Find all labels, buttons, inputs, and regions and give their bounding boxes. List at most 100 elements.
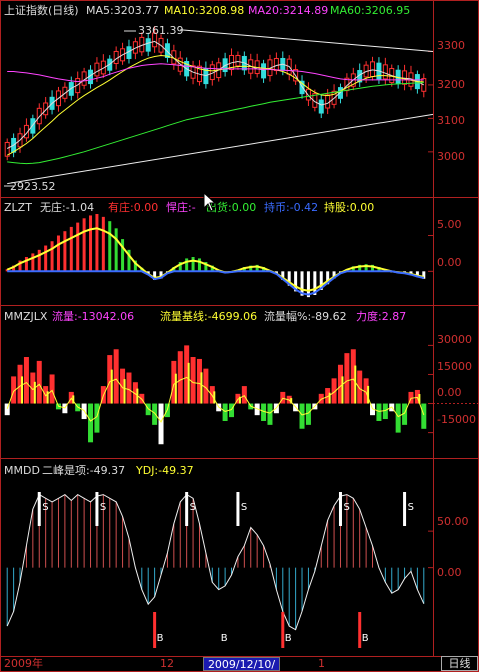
sell-signal-label: S xyxy=(100,502,106,513)
mmzjlx-bar xyxy=(152,403,158,425)
sell-signal-label: S xyxy=(343,502,349,513)
mmdd-ytick-50: 50.00 xyxy=(437,515,469,528)
zlzt-ytick-5: 5.00 xyxy=(437,218,462,231)
mmzjlx-bar xyxy=(222,403,228,421)
mmzjlx-fu: 流量幅%:-89.62 xyxy=(264,310,347,323)
ma10-label: MA10:3208.98 xyxy=(164,4,245,17)
zlzt-name: ZLZT xyxy=(4,201,32,214)
mmzjlx-bar xyxy=(395,403,401,433)
mmdd-name: MMDD xyxy=(4,464,40,477)
candle-body xyxy=(94,62,100,77)
mmzjlx-bar xyxy=(376,403,382,421)
buy-signal-label: B xyxy=(362,633,369,644)
zlzt-bar xyxy=(37,249,41,272)
mmzjlx-bar xyxy=(357,370,363,404)
buy-signal-label: B xyxy=(157,633,164,644)
mmzjlx-bar xyxy=(126,372,132,404)
mmzjlx-bar xyxy=(344,353,350,404)
mmzjlx-bar xyxy=(113,349,119,404)
candle-body xyxy=(145,38,151,52)
candle-body xyxy=(273,57,279,72)
chart-svg: S S S S S S B B B B xyxy=(0,0,479,672)
sell-signal-bar xyxy=(403,492,407,526)
mmzjlx-bar xyxy=(88,403,94,443)
sell-signal-label: S xyxy=(190,502,196,513)
zlzt-chigu: 持股:0.00 xyxy=(324,201,375,214)
zlzt-bar xyxy=(121,239,125,272)
period-button[interactable]: 日线 xyxy=(441,656,478,671)
mmzjlx-bar xyxy=(49,374,55,404)
mmzjlx-bar xyxy=(421,403,427,429)
zlzt-youzhuang: 有庄:0.00 xyxy=(108,201,159,214)
candle-body xyxy=(318,99,324,114)
candle-body xyxy=(325,94,331,109)
zlzt-bar xyxy=(56,235,60,272)
zlzt-bar xyxy=(101,216,105,272)
buy-signal-label: B xyxy=(285,633,292,644)
mmzjlx-bar xyxy=(177,351,183,404)
mmzjlx-yellow-bar xyxy=(187,362,190,404)
mouse-cursor-icon xyxy=(203,192,217,212)
mmdd-ytick-0: 0.00 xyxy=(437,566,462,579)
main-ytick-3200: 3200 xyxy=(437,78,465,91)
mmzjlx-bar xyxy=(158,403,164,445)
candle-body xyxy=(30,118,36,134)
mmzjlx-ytick-0: 0.00 xyxy=(437,386,462,399)
zlzt-line-blue xyxy=(7,270,425,296)
candle-body xyxy=(305,88,311,101)
mmzjlx-bar xyxy=(241,386,247,404)
zlzt-bar xyxy=(185,258,189,272)
zlzt-bar xyxy=(95,214,99,272)
bottom-month-1: 1 xyxy=(318,657,325,670)
zlzt-hanzhuang: 悍庄:- xyxy=(166,201,196,214)
zlzt-bar xyxy=(89,215,93,272)
mmzjlx-ytick-30000: 30000 xyxy=(437,333,472,346)
ma60-label: MA60:3206.95 xyxy=(330,4,411,17)
sell-signal-bar xyxy=(236,492,240,526)
candle-body xyxy=(382,64,388,80)
mmdd-line xyxy=(6,493,425,631)
sell-signal-bar xyxy=(95,492,99,526)
main-ytick-3300: 3300 xyxy=(437,39,465,52)
mmzjlx-jixian: 流量基线:-4699.06 xyxy=(160,310,258,323)
zlzt-wuzhuang: 无庄:-1.04 xyxy=(40,201,95,214)
mmzjlx-yellow-bar xyxy=(21,376,24,404)
low-price-label: 2923.52 xyxy=(10,180,56,193)
mmzjlx-yellow-bar xyxy=(341,376,344,404)
sell-signal-label: S xyxy=(408,502,414,513)
mmzjlx-yellow-bar xyxy=(110,369,113,404)
zlzt-bar xyxy=(31,253,35,272)
sell-signal-label: S xyxy=(241,502,247,513)
zlzt-bar xyxy=(63,231,67,272)
zlzt-bar xyxy=(50,241,54,272)
zlzt-bar xyxy=(197,258,201,272)
mmzjlx-liuliang: 流量:-13042.06 xyxy=(52,310,135,323)
main-ytick-3100: 3100 xyxy=(437,114,465,127)
bottom-month-12: 12 xyxy=(160,657,174,670)
mmdd-ydj: YDJ:-49.37 xyxy=(136,464,194,477)
outer-frame xyxy=(0,0,479,672)
mmzjlx-yellow-bar xyxy=(354,365,357,404)
mmzjlx-yellow-bar xyxy=(200,372,203,404)
mmzjlx-bar xyxy=(36,360,42,404)
mmzjlx-yellow-bar xyxy=(174,373,177,404)
candle-body xyxy=(235,54,241,67)
mmzjlx-name: MMZJLX xyxy=(4,310,48,323)
zlzt-bar xyxy=(44,245,48,272)
mmdd-erfeng: 二峰是项:-49.37 xyxy=(42,464,126,477)
mmzjlx-yellow-bar xyxy=(123,379,126,404)
mmzjlx-lidu: 力度:2.87 xyxy=(356,310,407,323)
zlzt-bar xyxy=(82,218,86,272)
mmzjlx-bar xyxy=(382,403,388,420)
mmzjlx-bar xyxy=(305,403,311,425)
zlzt-bar xyxy=(108,221,112,272)
date-cursor-label: 2009/12/10/四 xyxy=(203,657,280,672)
ma5-label: MA5:3203.77 xyxy=(86,4,160,17)
mmzjlx-ytick-15000: 15000 xyxy=(437,360,472,373)
zlzt-ytick-0: 0.00 xyxy=(437,256,462,269)
mmzjlx-bar xyxy=(23,357,29,404)
ma20-label: MA20:3214.89 xyxy=(248,4,329,17)
buy-signal-label: B xyxy=(221,633,228,644)
sell-signal-bar xyxy=(338,492,342,526)
lower-trendline xyxy=(7,113,434,185)
